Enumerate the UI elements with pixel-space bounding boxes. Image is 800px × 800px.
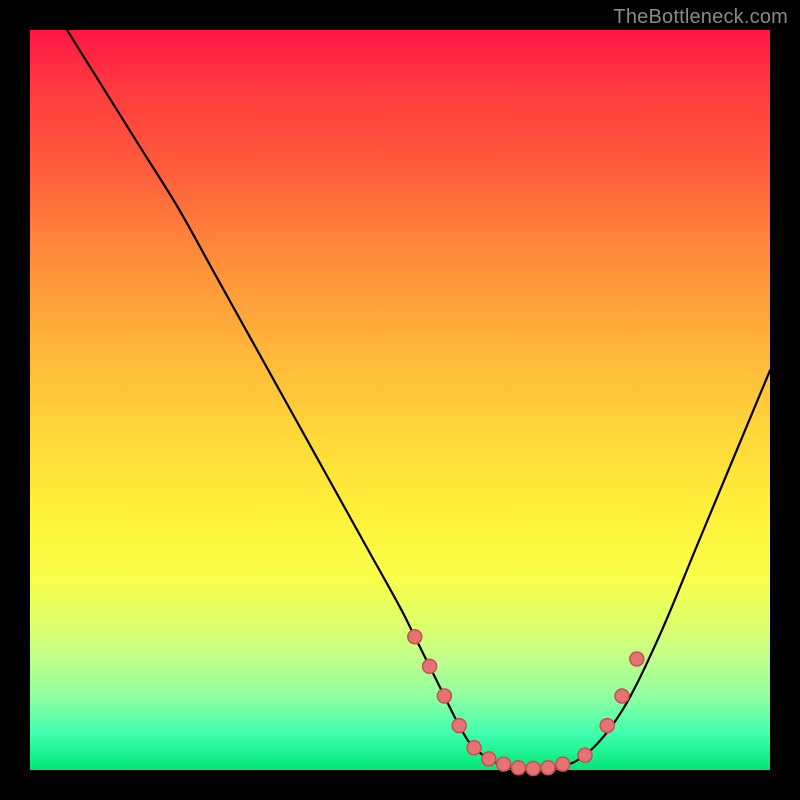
bottleneck-curve: [67, 30, 770, 771]
plot-area: [30, 30, 770, 770]
marker-dot: [600, 719, 614, 733]
curve-path: [67, 30, 770, 771]
marker-dots: [408, 630, 644, 776]
marker-dot: [497, 757, 511, 771]
chart-stage: TheBottleneck.com: [0, 0, 800, 800]
marker-dot: [511, 761, 525, 775]
marker-dot: [482, 752, 496, 766]
marker-dot: [541, 761, 555, 775]
marker-dot: [615, 689, 629, 703]
marker-dot: [630, 652, 644, 666]
marker-dot: [556, 757, 570, 771]
marker-dot: [437, 689, 451, 703]
marker-dot: [578, 748, 592, 762]
marker-dot: [408, 630, 422, 644]
marker-dot: [452, 719, 466, 733]
chart-svg: [30, 30, 770, 770]
marker-dot: [423, 659, 437, 673]
marker-dot: [526, 762, 540, 776]
marker-dot: [467, 741, 481, 755]
watermark-text: TheBottleneck.com: [613, 6, 788, 29]
